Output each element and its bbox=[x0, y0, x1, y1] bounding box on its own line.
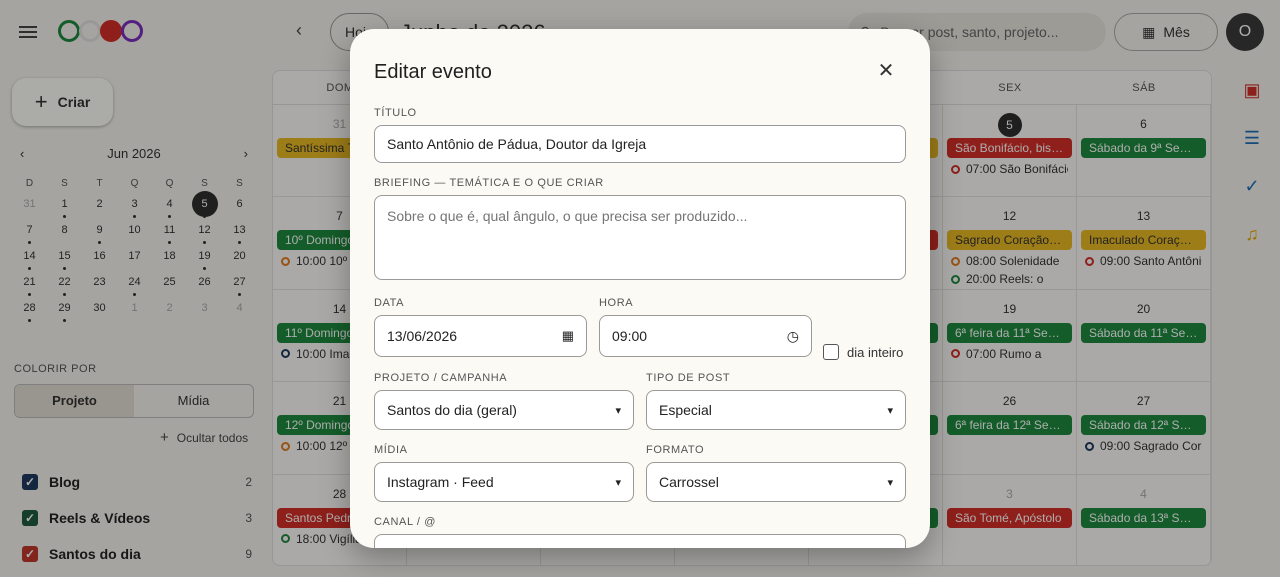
post-type-label: TIPO DE POST bbox=[646, 372, 731, 384]
post-type-select[interactable]: Especial ▾ bbox=[646, 390, 906, 430]
media-value: Instagram · Feed bbox=[387, 474, 494, 490]
briefing-label: BRIEFING — TEMÁTICA E O QUE CRIAR bbox=[374, 177, 604, 189]
clock-icon[interactable]: ◷ bbox=[787, 328, 799, 345]
all-day-checkbox[interactable]: dia inteiro bbox=[823, 344, 903, 360]
checkbox-box[interactable] bbox=[823, 344, 839, 360]
channel-input[interactable] bbox=[374, 534, 906, 548]
project-value: Santos do dia (geral) bbox=[387, 402, 517, 418]
format-label: FORMATO bbox=[646, 444, 705, 456]
media-label: MÍDIA bbox=[374, 444, 408, 456]
media-select[interactable]: Instagram · Feed ▾ bbox=[374, 462, 634, 502]
chevron-down-icon: ▾ bbox=[615, 404, 621, 417]
all-day-label: dia inteiro bbox=[847, 344, 904, 360]
title-label: TÍTULO bbox=[374, 107, 417, 119]
time-input[interactable]: 09:00 ◷ bbox=[599, 315, 812, 357]
chevron-down-icon: ▾ bbox=[887, 476, 893, 489]
date-label: DATA bbox=[374, 297, 405, 309]
channel-label: CANAL / @ bbox=[374, 516, 437, 528]
dialog-title: Editar evento bbox=[374, 61, 492, 83]
format-select[interactable]: Carrossel ▾ bbox=[646, 462, 906, 502]
chevron-down-icon: ▾ bbox=[887, 404, 893, 417]
edit-event-dialog: Editar evento ✕ TÍTULO BRIEFING — TEMÁTI… bbox=[350, 29, 930, 548]
chevron-down-icon: ▾ bbox=[615, 476, 621, 489]
briefing-textarea[interactable] bbox=[374, 195, 906, 280]
date-input[interactable]: 13/06/2026 ▦ bbox=[374, 315, 587, 357]
project-select[interactable]: Santos do dia (geral) ▾ bbox=[374, 390, 634, 430]
post-type-value: Especial bbox=[659, 402, 712, 418]
time-value: 09:00 bbox=[612, 328, 648, 344]
format-value: Carrossel bbox=[659, 474, 719, 490]
project-label: PROJETO / CAMPANHA bbox=[374, 372, 508, 384]
calendar-icon[interactable]: ▦ bbox=[562, 328, 574, 344]
close-icon[interactable]: ✕ bbox=[872, 57, 900, 85]
time-label: HORA bbox=[599, 297, 634, 309]
title-input[interactable] bbox=[374, 125, 906, 163]
date-value: 13/06/2026 bbox=[387, 328, 458, 344]
